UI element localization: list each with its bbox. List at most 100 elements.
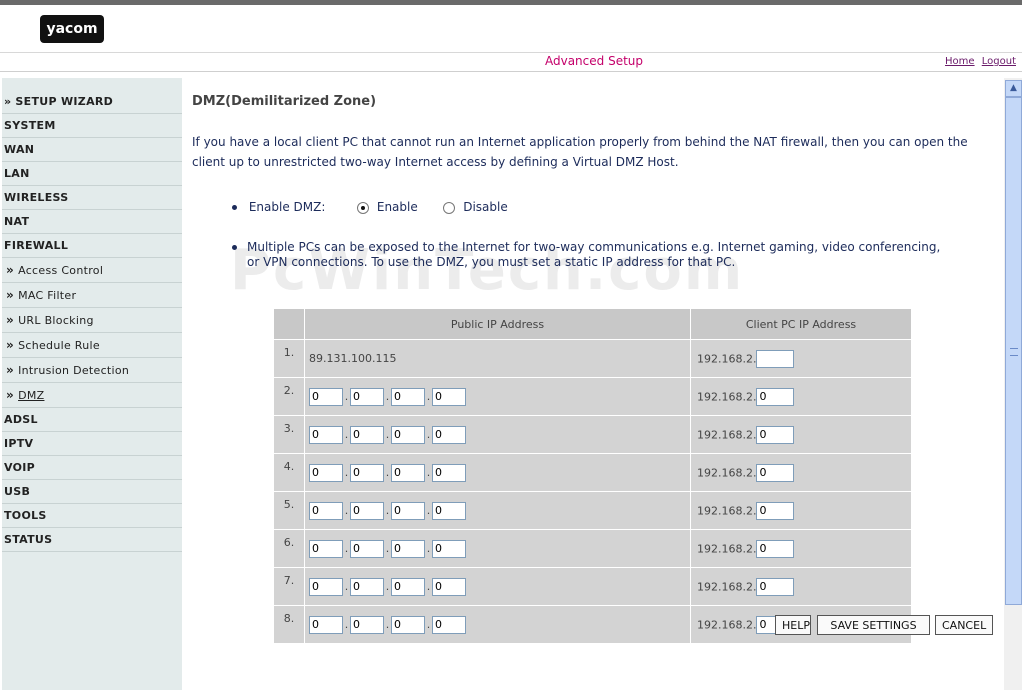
disable-radio-label[interactable]: Disable	[463, 200, 508, 214]
public-ip-octet-2[interactable]	[350, 463, 384, 482]
main-content: DMZ(Demilitarized Zone) If you have a lo…	[182, 78, 1004, 690]
page-title: DMZ(Demilitarized Zone)	[192, 94, 377, 109]
sidebar-subitem-label: » Intrusion Detection	[6, 363, 129, 377]
client-ip-prefix: 192.168.2.	[697, 352, 757, 365]
enable-radio[interactable]	[357, 201, 370, 214]
public-ip-octet-2[interactable]	[350, 539, 384, 558]
client-ip-input[interactable]	[756, 463, 795, 482]
client-ip-input[interactable]	[756, 387, 795, 406]
enable-radio-label[interactable]: Enable	[377, 200, 418, 214]
public-ip-octet-4[interactable]	[432, 463, 466, 482]
sidebar-subitem-dmz[interactable]: » DMZ	[2, 383, 182, 408]
grip-icon	[1010, 348, 1018, 356]
octet-separator: .	[385, 503, 390, 517]
sidebar-item-lan[interactable]: LAN	[2, 162, 182, 186]
public-ip-octet-2[interactable]	[350, 425, 384, 444]
public-ip-octet-4[interactable]	[432, 425, 466, 444]
row-number: 1.	[273, 339, 305, 378]
sidebar-item-wan[interactable]: WAN	[2, 138, 182, 162]
public-ip-octet-1[interactable]	[309, 539, 343, 558]
client-ip-input[interactable]	[756, 577, 795, 596]
sidebar-item-adsl[interactable]: ADSL	[2, 408, 182, 432]
sidebar-item-iptv[interactable]: IPTV	[2, 432, 182, 456]
client-ip-input[interactable]	[756, 425, 795, 444]
public-ip-octet-2[interactable]	[350, 615, 384, 634]
disable-radio[interactable]	[443, 201, 456, 214]
client-ip-input[interactable]	[756, 501, 795, 520]
sidebar-item-firewall[interactable]: FIREWALL	[2, 234, 182, 258]
octet-separator: .	[426, 617, 431, 631]
sidebar-item-system[interactable]: SYSTEM	[2, 114, 182, 138]
octet-separator: .	[426, 503, 431, 517]
client-ip-cell: 192.168.2.	[690, 415, 912, 454]
cancel-button[interactable]: CANCEL	[935, 615, 993, 635]
octet-separator: .	[344, 617, 349, 631]
client-ip-cell: 192.168.2.	[690, 567, 912, 606]
sidebar-item-nat[interactable]: NAT	[2, 210, 182, 234]
public-ip-octet-3[interactable]	[391, 577, 425, 596]
dmz-table-body: 1. 89.131.100.115 192.168.2. 2.... 192.168.2…	[273, 339, 912, 644]
sidebar-subitem-mac-filter[interactable]: » MAC Filter	[2, 283, 182, 308]
table-header-row: Public IP Address Client PC IP Address	[273, 308, 912, 340]
public-ip-octet-3[interactable]	[391, 615, 425, 634]
help-button[interactable]: HELP	[775, 615, 811, 635]
table-row: 5.... 192.168.2.	[273, 491, 912, 530]
sidebar-item-label: LAN	[4, 167, 30, 180]
public-ip-octet-3[interactable]	[391, 387, 425, 406]
table-row: 1. 89.131.100.115 192.168.2.	[273, 339, 912, 378]
public-ip-octet-4[interactable]	[432, 387, 466, 406]
logout-link[interactable]: Logout	[982, 56, 1016, 67]
sidebar-item-label: SYSTEM	[4, 119, 56, 132]
sidebar-subitem-schedule-rule[interactable]: » Schedule Rule	[2, 333, 182, 358]
public-ip-cell: ...	[304, 377, 691, 416]
octet-separator: .	[344, 427, 349, 441]
save-settings-button[interactable]: SAVE SETTINGS	[817, 615, 930, 635]
sidebar-item-status[interactable]: STATUS	[2, 528, 182, 552]
public-ip-octet-3[interactable]	[391, 501, 425, 520]
public-ip-octet-3[interactable]	[391, 425, 425, 444]
public-ip-octet-1[interactable]	[309, 501, 343, 520]
public-ip-octet-3[interactable]	[391, 463, 425, 482]
sidebar-subitem-text: DMZ	[18, 389, 45, 402]
public-ip-octet-4[interactable]	[432, 539, 466, 558]
table-row: 2.... 192.168.2.	[273, 377, 912, 416]
client-ip-input[interactable]	[756, 539, 795, 558]
client-ip-input[interactable]	[756, 349, 795, 368]
scroll-thumb[interactable]	[1005, 97, 1022, 605]
sidebar-subitem-label: » DMZ	[6, 388, 44, 402]
public-ip-octet-1[interactable]	[309, 463, 343, 482]
sidebar-item-text: WIRELESS	[4, 191, 69, 204]
public-ip-octet-2[interactable]	[350, 501, 384, 520]
vertical-scrollbar[interactable]: ▲	[1004, 78, 1022, 690]
public-ip-octet-2[interactable]	[350, 387, 384, 406]
sidebar-item-usb[interactable]: USB	[2, 480, 182, 504]
sidebar-item-setup-wizard[interactable]: » SETUP WIZARD	[2, 90, 182, 114]
octet-separator: .	[385, 389, 390, 403]
sidebar-subitem-access-control[interactable]: » Access Control	[2, 258, 182, 283]
scroll-up-icon[interactable]: ▲	[1005, 80, 1022, 97]
octet-separator: .	[426, 541, 431, 555]
public-ip-octet-4[interactable]	[432, 577, 466, 596]
sidebar-subitem-label: » URL Blocking	[6, 313, 94, 327]
public-ip-octet-1[interactable]	[309, 577, 343, 596]
sidebar-item-tools[interactable]: TOOLS	[2, 504, 182, 528]
public-ip-octet-1[interactable]	[309, 615, 343, 634]
public-ip-cell: ...	[304, 491, 691, 530]
public-ip-octet-1[interactable]	[309, 425, 343, 444]
sidebar-item-wireless[interactable]: WIRELESS	[2, 186, 182, 210]
public-ip-octet-4[interactable]	[432, 615, 466, 634]
public-ip-octet-4[interactable]	[432, 501, 466, 520]
sidebar-item-voip[interactable]: VOIP	[2, 456, 182, 480]
sidebar-subitem-url-blocking[interactable]: » URL Blocking	[2, 308, 182, 333]
public-ip-octet-3[interactable]	[391, 539, 425, 558]
public-ip-octet-1[interactable]	[309, 387, 343, 406]
table-row: 8.... 192.168.2.	[273, 605, 912, 644]
sidebar-item-label: ADSL	[4, 413, 38, 426]
sidebar-subitem-label: » Schedule Rule	[6, 338, 100, 352]
sidebar-subitem-text: URL Blocking	[18, 314, 94, 327]
public-ip-octet-2[interactable]	[350, 577, 384, 596]
sidebar-subitem-intrusion-detection[interactable]: » Intrusion Detection	[2, 358, 182, 383]
home-link[interactable]: Home	[945, 56, 975, 67]
double-chevron-icon: »	[6, 313, 15, 327]
client-ip-prefix: 192.168.2.	[697, 580, 757, 593]
